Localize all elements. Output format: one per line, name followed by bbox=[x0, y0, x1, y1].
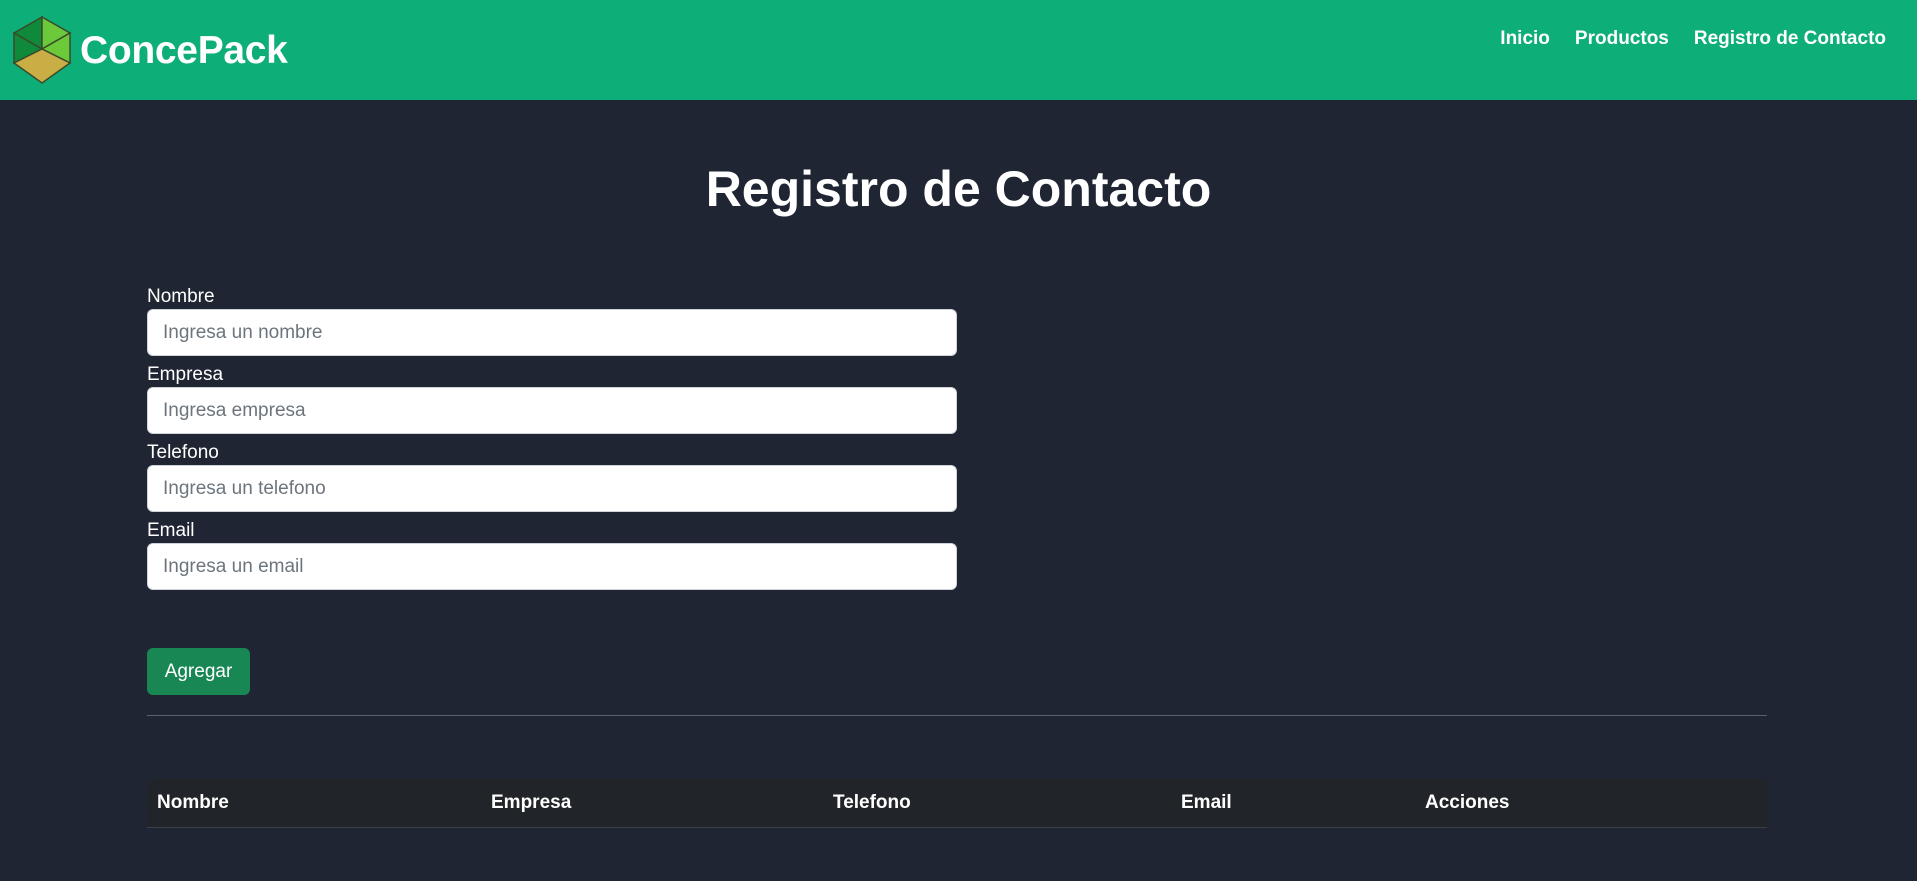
table-header-row: Nombre Empresa Telefono Email Acciones bbox=[147, 779, 1767, 827]
nav-link-registro-de-contacto[interactable]: Registro de Contacto bbox=[1694, 28, 1886, 50]
brand-name: ConcePack bbox=[80, 29, 288, 72]
column-header-empresa: Empresa bbox=[491, 791, 572, 813]
email-label: Email bbox=[147, 520, 195, 541]
column-header-telefono: Telefono bbox=[833, 791, 911, 813]
nav-link-productos[interactable]: Productos bbox=[1575, 28, 1669, 50]
telefono-label: Telefono bbox=[147, 442, 219, 463]
empresa-input[interactable] bbox=[147, 387, 957, 434]
empresa-label: Empresa bbox=[147, 364, 224, 385]
contact-form: Nombre Empresa Telefono Email bbox=[147, 284, 957, 596]
cube-logo-icon bbox=[10, 15, 74, 87]
divider bbox=[147, 715, 1767, 716]
column-header-email: Email bbox=[1181, 791, 1232, 813]
email-input[interactable] bbox=[147, 543, 957, 590]
contacts-table: Nombre Empresa Telefono Email Acciones bbox=[147, 779, 1767, 828]
page-title: Registro de Contacto bbox=[705, 161, 1212, 217]
column-header-acciones: Acciones bbox=[1425, 791, 1510, 813]
nav-link-inicio[interactable]: Inicio bbox=[1500, 28, 1550, 50]
nav-links: Inicio Productos Registro de Contacto bbox=[1500, 28, 1886, 50]
brand[interactable]: ConcePack bbox=[10, 15, 288, 87]
column-header-nombre: Nombre bbox=[157, 791, 229, 813]
agregar-button[interactable]: Agregar bbox=[147, 648, 250, 695]
navbar: ConcePack Inicio Productos Registro de C… bbox=[0, 0, 1917, 100]
nombre-input[interactable] bbox=[147, 309, 957, 356]
telefono-input[interactable] bbox=[147, 465, 957, 512]
nombre-label: Nombre bbox=[147, 286, 215, 307]
